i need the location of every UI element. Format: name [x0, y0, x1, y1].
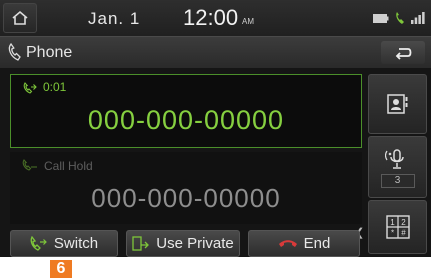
call-duration: 0:01 — [43, 80, 67, 94]
active-call-number: 000-000-00000 — [87, 105, 285, 135]
home-button[interactable] — [3, 3, 37, 33]
status-ampm: AM — [242, 17, 254, 26]
volume-level-box: 3 — [380, 173, 415, 188]
page-title: Phone — [26, 44, 73, 61]
home-icon — [12, 10, 28, 25]
callout-number: 6 — [56, 260, 66, 277]
volume-value: 3 — [394, 175, 401, 186]
end-call-icon — [278, 239, 297, 247]
svg-text:1: 1 — [390, 218, 395, 227]
phone-icon — [8, 43, 21, 61]
back-icon — [395, 47, 412, 60]
held-call-panel[interactable]: Call Hold 000-000-00000 — [10, 152, 362, 224]
contacts-button[interactable] — [368, 74, 427, 134]
switch-call-icon — [30, 236, 47, 251]
title-bar: Phone — [0, 36, 431, 68]
status-time: 12:00 — [183, 5, 239, 30]
call-hold-label: Call Hold — [44, 159, 93, 173]
hold-call-icon — [22, 159, 37, 171]
end-label: End — [303, 235, 331, 252]
status-bar: Jan. 1 12:00 AM — [0, 0, 431, 36]
mute-button[interactable]: 3 — [368, 136, 427, 198]
phone-link-icon — [396, 12, 404, 24]
active-call-icon — [23, 82, 37, 94]
status-date: Jan. 1 — [88, 9, 141, 28]
held-call-number: 000-000-00000 — [91, 183, 281, 213]
mute-mic-icon — [384, 148, 404, 169]
call-control-bar: Switch Use Private End — [0, 230, 431, 257]
contacts-icon — [386, 94, 407, 114]
back-button[interactable] — [381, 41, 425, 64]
switch-label: Switch — [53, 235, 99, 252]
status-icons — [373, 11, 425, 25]
callout-number-badge: 6 — [50, 260, 72, 278]
switch-button[interactable]: Switch — [10, 230, 118, 257]
use-private-button[interactable]: Use Private — [126, 230, 240, 257]
svg-text:2: 2 — [401, 218, 406, 227]
use-private-icon — [132, 235, 150, 251]
signal-icon — [411, 12, 425, 24]
use-private-label: Use Private — [156, 235, 234, 252]
head-unit-screen: Jan. 1 12:00 AM Phone 0:01 000-000-00000… — [0, 0, 431, 257]
end-call-button[interactable]: End — [248, 230, 360, 257]
active-call-panel[interactable]: 0:01 000-000-00000 — [10, 74, 362, 148]
battery-icon — [373, 13, 389, 23]
